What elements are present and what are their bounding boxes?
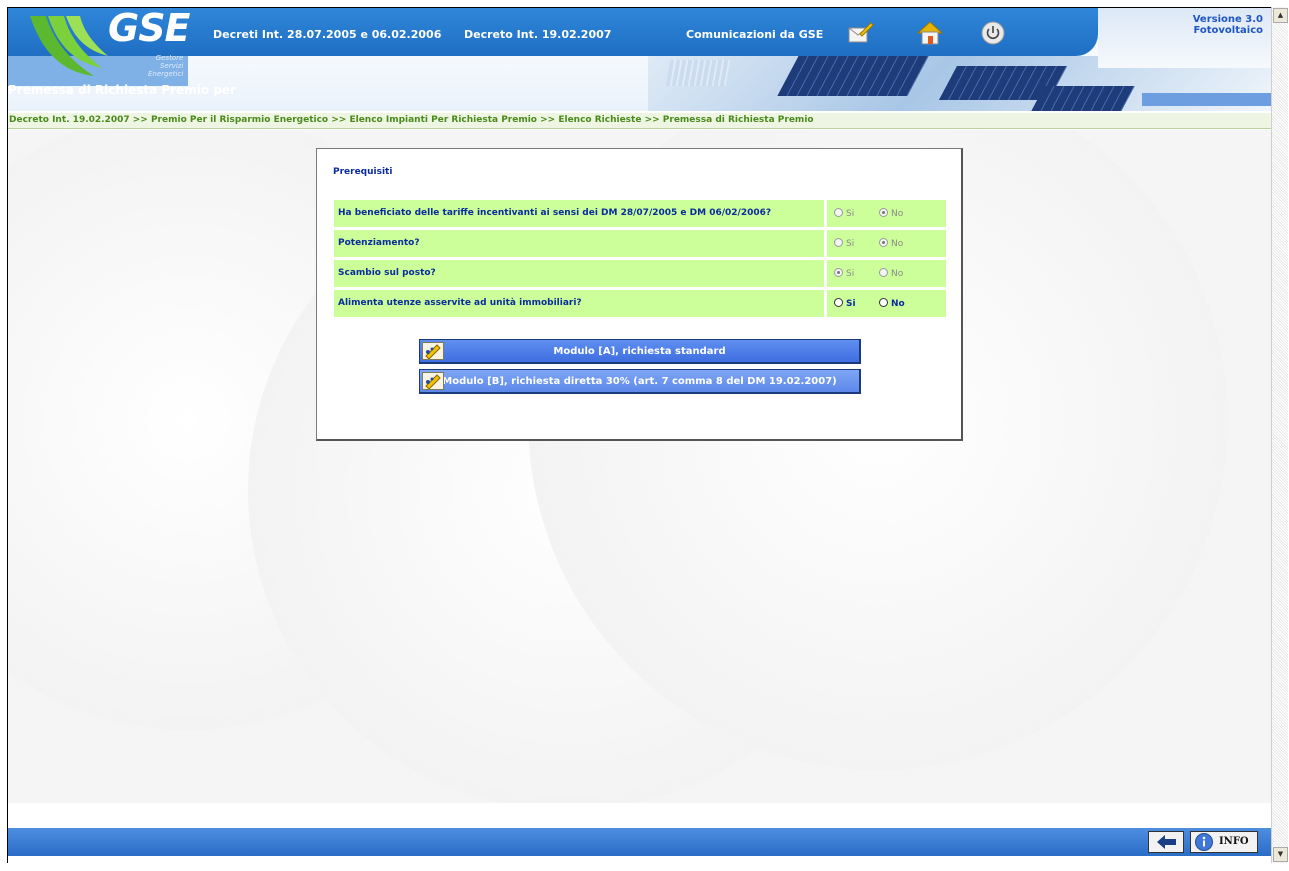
home-icon[interactable] — [916, 20, 944, 46]
info-icon — [1195, 833, 1213, 851]
logo-text: GSE — [108, 8, 191, 50]
radio-button — [879, 238, 888, 247]
page-title: Premessa di Richiesta Premio per — [8, 83, 236, 97]
radio-button — [834, 238, 843, 247]
logo-swoosh-icon — [30, 16, 108, 76]
radio-no: No — [879, 268, 903, 279]
app-window: GSE Gestore Servizi Energetici Decreti I… — [7, 7, 1272, 863]
logo-subtitle: Gestore Servizi Energetici — [148, 54, 183, 78]
version-product: Fotovoltaico — [1193, 25, 1263, 36]
radio-si: Si — [834, 208, 854, 219]
header-right-strip — [1142, 93, 1272, 106]
document-edit-icon — [422, 372, 444, 390]
version-number: Versione 3.0 — [1192, 14, 1263, 25]
prerequisiti-panel: Prerequisiti Ha beneficiato delle tariff… — [316, 148, 963, 441]
footer-bar: INFO — [8, 828, 1272, 856]
radio-si: Si — [834, 268, 854, 279]
solar-panel-graphic — [665, 60, 731, 86]
question-row: Ha beneficiato delle tariffe incentivant… — [334, 200, 946, 227]
radio-label: Si — [846, 269, 855, 279]
logo-sub-line: Energetici — [148, 70, 184, 78]
radio-button — [834, 268, 843, 277]
nav-comunicazioni[interactable]: Comunicazioni da GSE — [686, 28, 823, 41]
row-separator — [824, 230, 827, 257]
solar-panel-graphic — [777, 56, 929, 96]
radio-label: Si — [846, 239, 855, 249]
radio-no[interactable]: No — [879, 298, 905, 309]
row-separator — [824, 290, 827, 317]
question-row: Potenziamento? Si No — [334, 230, 946, 257]
edit-icon[interactable] — [846, 20, 874, 46]
arrow-left-icon — [1157, 835, 1176, 849]
question-text: Potenziamento? — [338, 238, 420, 248]
button-label: Modulo [A], richiesta standard — [553, 346, 726, 357]
radio-no: No — [879, 208, 903, 219]
radio-label[interactable]: Si — [846, 299, 856, 309]
row-separator — [824, 260, 827, 287]
radio-button[interactable] — [879, 298, 888, 307]
main-content: Prerequisiti Ha beneficiato delle tariff… — [8, 130, 1272, 803]
radio-label: No — [891, 269, 904, 279]
radio-button — [834, 208, 843, 217]
breadcrumb[interactable]: Decreto Int. 19.02.2007 >> Premio Per il… — [8, 113, 1272, 129]
info-button[interactable]: INFO — [1190, 831, 1258, 853]
radio-label: No — [891, 239, 904, 249]
radio-button — [879, 268, 888, 277]
radio-no: No — [879, 238, 903, 249]
vertical-scrollbar[interactable]: ▲ ▼ — [1271, 7, 1288, 863]
header: GSE Gestore Servizi Energetici Decreti I… — [8, 8, 1272, 111]
radio-button[interactable] — [834, 298, 843, 307]
radio-label[interactable]: No — [891, 299, 905, 309]
panel-heading: Prerequisiti — [333, 167, 393, 177]
question-text: Ha beneficiato delle tariffe incentivant… — [338, 208, 772, 218]
gse-logo: GSE Gestore Servizi Energetici — [22, 8, 197, 82]
power-icon[interactable] — [980, 20, 1008, 46]
logo-sub-line: Gestore — [155, 54, 184, 62]
modulo-a-button[interactable]: Modulo [A], richiesta standard — [419, 339, 861, 364]
back-button[interactable] — [1148, 831, 1184, 853]
question-text: Scambio sul posto? — [338, 268, 436, 278]
nav-decreto-2007[interactable]: Decreto Int. 19.02.2007 — [464, 28, 611, 41]
info-label: INFO — [1219, 836, 1249, 847]
question-row: Scambio sul posto? Si No — [334, 260, 946, 287]
radio-label: No — [891, 209, 904, 219]
question-text: Alimenta utenze asservite ad unità immob… — [338, 298, 582, 308]
solar-panel-graphic — [1031, 86, 1135, 111]
scroll-down-icon[interactable]: ▼ — [1273, 847, 1288, 862]
question-row: Alimenta utenze asservite ad unità immob… — [334, 290, 946, 317]
radio-si[interactable]: Si — [834, 298, 856, 309]
modulo-b-button[interactable]: Modulo [B], richiesta diretta 30% (art. … — [419, 369, 861, 394]
radio-button — [879, 208, 888, 217]
scroll-up-icon[interactable]: ▲ — [1273, 8, 1288, 23]
logo-sub-line: Servizi — [159, 62, 184, 70]
nav-decreti-2005-2006[interactable]: Decreti Int. 28.07.2005 e 06.02.2006 — [213, 28, 441, 41]
button-label: Modulo [B], richiesta diretta 30% (art. … — [442, 376, 837, 387]
version-label: Versione 3.0 Fotovoltaico — [1193, 14, 1263, 36]
document-edit-icon — [422, 342, 444, 360]
row-separator — [824, 200, 827, 227]
radio-si: Si — [834, 238, 854, 249]
radio-label: Si — [846, 209, 855, 219]
